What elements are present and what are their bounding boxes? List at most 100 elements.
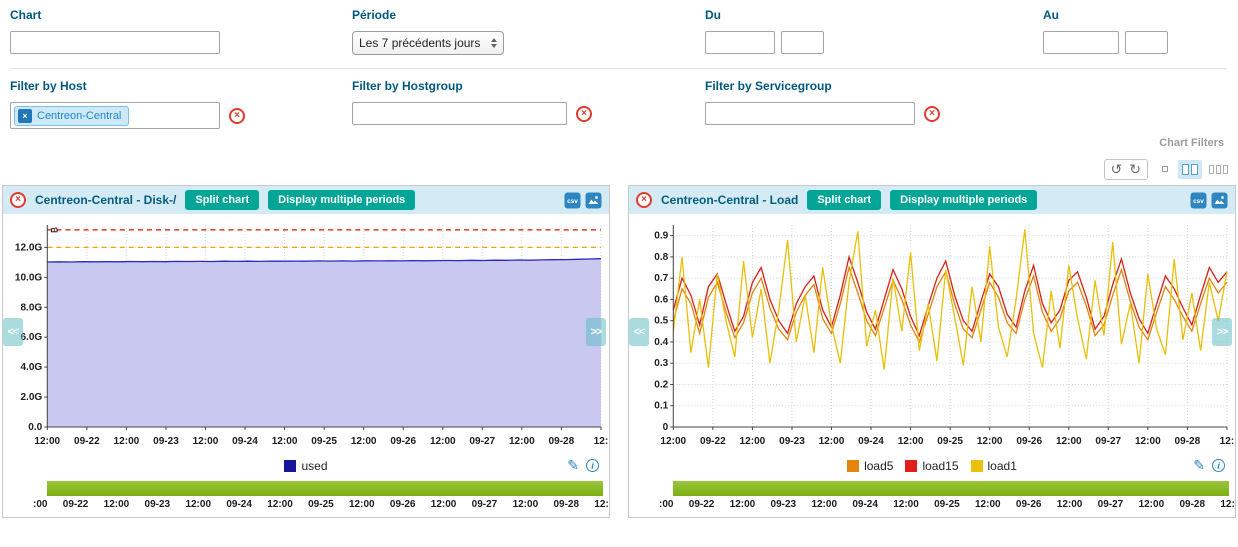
split-chart-button[interactable]: Split chart [185,190,259,210]
legend-row: load5 load15 load1 [629,453,1235,480]
brush-tick-label: 12:00 [730,499,756,510]
brush-tick-labels: :0009-2212:0009-2312:0009-2412:0009-2512… [33,499,609,510]
du-time-input[interactable] [781,31,824,54]
svg-text:0.8: 0.8 [654,252,668,263]
svg-text:12:00: 12:00 [898,436,924,447]
chart-title: Centreon-Central - Load [661,193,798,207]
panel-header: Centreon-Central - Load Split chart Disp… [629,186,1235,214]
host-filter-input[interactable]: Centreon-Central [10,102,220,129]
svg-text:12:00: 12:00 [430,436,456,447]
timeline-brush[interactable] [47,481,603,496]
export-csv-icon[interactable]: csv [564,192,581,209]
svg-text:2.0G: 2.0G [20,392,42,403]
brush-tick-label: 12:00 [349,499,375,510]
clear-servicegroup-filter-icon[interactable] [924,106,940,122]
periode-label: Période [352,8,705,22]
svg-text:12:00: 12:00 [819,436,845,447]
legend-item[interactable]: load15 [905,459,958,473]
brush-tick-label: 12: [594,499,608,510]
host-chip[interactable]: Centreon-Central [14,106,129,126]
svg-text:09-27: 09-27 [469,436,495,447]
svg-text:0.6: 0.6 [654,294,668,305]
pause-refresh-icon[interactable]: ↺ [1111,161,1123,178]
brush-tick-labels: :0009-2212:0009-2312:0009-2412:0009-2512… [659,499,1235,510]
chart-panel-disk: Centreon-Central - Disk-/ Split chart Di… [2,185,610,518]
chart-legend: load5 load15 load1 [841,459,1023,475]
view-3col-icon[interactable] [1209,165,1228,174]
legend-item[interactable]: used [284,459,327,473]
svg-text:12:00: 12:00 [351,436,377,447]
clear-hostgroup-filter-icon[interactable] [576,106,592,122]
svg-text:12:00: 12:00 [660,436,686,447]
svg-text:09-22: 09-22 [74,436,100,447]
legend-item[interactable]: load5 [847,459,893,473]
edit-chart-icon[interactable] [567,458,579,472]
brush-tick-label: 09-24 [852,499,878,510]
svg-text:0.9: 0.9 [654,231,668,242]
export-image-icon[interactable] [1211,192,1228,209]
au-date-input[interactable] [1043,31,1119,54]
chart-filter-label: Chart [10,8,352,22]
chart-info-icon[interactable] [1212,459,1225,472]
svg-text:09-25: 09-25 [311,436,337,447]
close-chart-icon[interactable] [636,192,652,208]
refresh-icon[interactable]: ↻ [1129,161,1141,178]
scroll-back-button[interactable]: << [3,318,23,346]
svg-text:0.5: 0.5 [654,316,668,327]
svg-text:10.0G: 10.0G [15,272,43,283]
scroll-forward-button[interactable]: >> [586,318,606,346]
brush-tick-label: 09-27 [1098,499,1124,510]
edit-chart-icon[interactable] [1193,458,1205,472]
view-2col-icon[interactable] [1178,160,1202,179]
export-image-icon[interactable] [585,192,602,209]
brush-tick-label: 12:00 [431,499,457,510]
brush-tick-label: 12:00 [1057,499,1083,510]
du-label: Du [705,8,1043,22]
display-multiple-periods-button[interactable]: Display multiple periods [268,190,415,210]
brush-tick-label: 09-25 [934,499,960,510]
hostgroup-filter-input[interactable] [352,102,567,125]
du-date-input[interactable] [705,31,775,54]
legend-color-swatch [971,460,983,472]
timeline-brush[interactable] [673,481,1229,496]
svg-text:0: 0 [663,422,669,433]
svg-text:12:00: 12:00 [272,436,298,447]
svg-text:8.0G: 8.0G [20,302,42,313]
svg-text:12:00: 12:00 [977,436,1003,447]
chart-filter-input[interactable] [10,31,220,54]
brush-tick-label: :00 [33,499,47,510]
svg-text:0.2: 0.2 [654,380,668,391]
chart-filters-panel: Chart Période Les 7 précédents jours Du … [0,0,1238,149]
svg-text:12:: 12: [594,436,609,447]
brush-tick-label: 12:00 [975,499,1001,510]
brush-tick-label: 09-28 [553,499,579,510]
periode-selected-value: Les 7 précédents jours [359,36,480,50]
export-csv-icon[interactable]: csv [1190,192,1207,209]
chart-panel-load: Centreon-Central - Load Split chart Disp… [628,185,1236,518]
brush-tick-label: 09-26 [1016,499,1042,510]
view-1col-icon[interactable] [1162,166,1168,172]
chart-info-icon[interactable] [586,459,599,472]
brush-tick-label: 09-25 [308,499,334,510]
chip-remove-icon[interactable] [18,109,32,123]
clear-host-filter-icon[interactable] [229,108,245,124]
svg-text:09-26: 09-26 [1016,436,1042,447]
host-chip-label: Centreon-Central [37,110,121,122]
brush-tick-label: :00 [659,499,673,510]
svg-text:0.4: 0.4 [654,337,668,348]
au-time-input[interactable] [1125,31,1168,54]
servicegroup-filter-input[interactable] [705,102,915,125]
split-chart-button[interactable]: Split chart [807,190,881,210]
close-chart-icon[interactable] [10,192,26,208]
filters-divider [10,68,1226,69]
brush-tick-label: 09-26 [390,499,416,510]
display-multiple-periods-button[interactable]: Display multiple periods [890,190,1037,210]
periode-select[interactable]: Les 7 précédents jours [352,31,504,55]
svg-text:6.0G: 6.0G [20,332,42,343]
view-toolbar: ↺ ↻ [0,149,1238,185]
scroll-forward-button[interactable]: >> [1212,318,1232,346]
scroll-back-button[interactable]: << [629,318,649,346]
svg-text:4.0G: 4.0G [20,362,42,373]
legend-item[interactable]: load1 [971,459,1017,473]
brush-tick-label: 09-22 [63,499,89,510]
